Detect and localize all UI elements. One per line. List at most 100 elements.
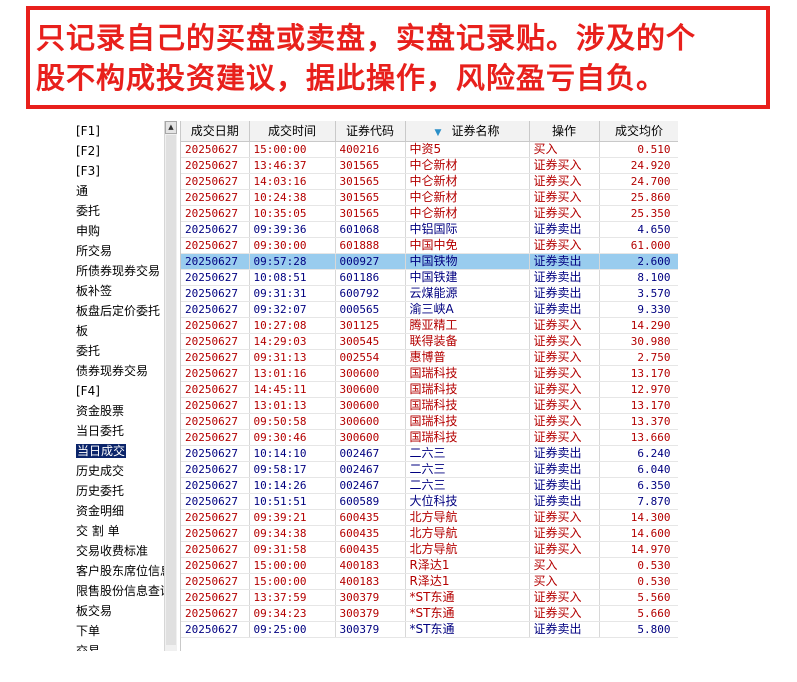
sidebar-item[interactable]: [F2] [74,141,164,161]
sidebar-item[interactable]: 资金股票 [74,401,164,421]
table-row[interactable]: 20250627 14:29:03 300545 联得装备 证券买入 30.980 [181,333,678,350]
table-row[interactable]: 20250627 13:46:37 301565 中仑新材 证券买入 24.920 [181,157,678,174]
table-header-row: 成交日期 成交时间 证券代码 ▼ 证券名称 操作 成交均价 [181,121,678,142]
sidebar-item[interactable]: 下单 [74,621,164,641]
table-row[interactable]: 20250627 09:39:36 601068 中铝国际 证券卖出 4.650 [181,221,678,238]
table-row[interactable]: 20250627 09:34:38 600435 北方导航 证券买入 14.600 [181,525,678,542]
table-row[interactable]: 20250627 13:37:59 300379 *ST东通 证券买入 5.560 [181,589,678,606]
sidebar-item-label: 历史委托 [76,484,125,498]
sidebar-item[interactable]: 历史委托 [74,481,164,501]
column-header-code[interactable]: 证券代码 [335,121,406,142]
sidebar-item[interactable]: 通 [74,181,164,201]
cell-name: 国瑞科技 [405,413,530,430]
sidebar-item[interactable]: 资金明细 [74,501,164,521]
table-row[interactable]: 20250627 09:32:07 000565 渝三峡A 证券卖出 9.330 [181,301,678,318]
table-row[interactable]: 20250627 09:34:23 300379 *ST东通 证券买入 5.660 [181,605,678,622]
sidebar-item[interactable]: 债券现券交易 [74,361,164,381]
cell-date: 20250627 [181,141,250,158]
cell-name: 联得装备 [405,333,530,350]
sidebar-item[interactable]: [F1] [74,121,164,141]
cell-date: 20250627 [181,605,250,622]
sidebar-item[interactable]: 客户股东席位信息 [74,561,164,581]
table-row[interactable]: 20250627 09:50:58 300600 国瑞科技 证券买入 13.370 [181,413,678,430]
cell-name: 国瑞科技 [405,429,530,446]
sidebar-item[interactable]: 板补签 [74,281,164,301]
cell-name: R泽达1 [405,573,530,590]
disclaimer-line-1: 只记录自己的买盘或卖盘，实盘记录贴。涉及的个 [36,21,697,55]
table-row[interactable]: 20250627 09:31:31 600792 云煤能源 证券卖出 3.570 [181,285,678,302]
cell-price: 3.570 [599,285,678,302]
table-row[interactable]: 20250627 09:31:13 002554 惠博普 证券买入 2.750 [181,349,678,366]
table-row[interactable]: 20250627 13:01:13 300600 国瑞科技 证券买入 13.170 [181,397,678,414]
sidebar-item-label: 下单 [76,624,101,638]
cell-date: 20250627 [181,349,250,366]
cell-price: 0.530 [599,557,678,574]
cell-date: 20250627 [181,381,250,398]
table-row[interactable]: 20250627 09:39:21 600435 北方导航 证券买入 14.300 [181,509,678,526]
sidebar-item[interactable]: 所交易 [74,241,164,261]
table-row[interactable]: 20250627 09:25:00 300379 *ST东通 证券卖出 5.800 [181,621,678,638]
table-row[interactable]: 20250627 09:30:46 300600 国瑞科技 证券买入 13.660 [181,429,678,446]
sidebar-item[interactable]: 交易 [74,641,164,651]
sidebar-item-label: 委托 [76,204,101,218]
cell-price: 8.100 [599,269,678,286]
cell-time: 10:35:05 [249,205,336,222]
cell-name: 中仑新材 [405,173,530,190]
table-row[interactable]: 20250627 10:08:51 601186 中国铁建 证券卖出 8.100 [181,269,678,286]
table-row[interactable]: 20250627 09:31:58 600435 北方导航 证券买入 14.970 [181,541,678,558]
table-row[interactable]: 20250627 10:27:08 301125 腾亚精工 证券买入 14.290 [181,317,678,334]
sidebar-item[interactable]: 当日委托 [74,421,164,441]
cell-time: 13:01:16 [249,365,336,382]
cell-code: 301125 [335,317,406,334]
sidebar-item[interactable]: 委托 [74,341,164,361]
sidebar-item[interactable]: [F4] [74,381,164,401]
sidebar-item[interactable]: 所债券现券交易 [74,261,164,281]
table-row[interactable]: 20250627 14:03:16 301565 中仑新材 证券买入 24.700 [181,173,678,190]
sidebar-item[interactable]: 委托 [74,201,164,221]
table-row[interactable]: 20250627 10:24:38 301565 中仑新材 证券买入 25.860 [181,189,678,206]
column-header-price[interactable]: 成交均价 [599,121,678,142]
table-row[interactable]: 20250627 10:51:51 600589 大位科技 证券卖出 7.870 [181,493,678,510]
table-row[interactable]: 20250627 10:14:26 002467 二六三 证券卖出 6.350 [181,477,678,494]
table-row[interactable]: 20250627 13:01:16 300600 国瑞科技 证券买入 13.170 [181,365,678,382]
sidebar-scrollbar[interactable]: ▲ [164,121,177,651]
sidebar-item[interactable]: 板盘后定价委托 [74,301,164,321]
sidebar-item[interactable]: 申购 [74,221,164,241]
cell-price: 24.700 [599,173,678,190]
sidebar-item-label: 客户股东席位信息 [76,564,164,578]
sidebar-item[interactable]: 限售股份信息查询 [74,581,164,601]
sidebar-item-label: 当日成交 [76,444,127,458]
table-row[interactable]: 20250627 15:00:00 400183 R泽达1 买入 0.530 [181,573,678,590]
table-row[interactable]: 20250627 09:30:00 601888 中国中免 证券买入 61.000 [181,237,678,254]
scroll-thumb[interactable] [166,135,176,645]
function-sidebar: [F1] [F2] [F3] 通委托 申购 所交易 所债券现券交易 板补签 板盘后定价委托板委托… [74,121,177,651]
cell-price: 14.600 [599,525,678,542]
table-row[interactable]: 20250627 15:00:00 400183 R泽达1 买入 0.530 [181,557,678,574]
sidebar-item[interactable]: 板交易 [74,601,164,621]
sidebar-item[interactable]: 当日成交 [74,441,164,461]
sidebar-item[interactable]: 板 [74,321,164,341]
table-row[interactable]: 20250627 15:00:00 400216 中资5 买入 0.510 [181,141,678,158]
cell-operation: 证券买入 [529,413,600,430]
sidebar-item[interactable]: [F3] [74,161,164,181]
column-header-date[interactable]: 成交日期 [181,121,250,142]
cell-date: 20250627 [181,189,250,206]
sidebar-item[interactable]: 历史成交 [74,461,164,481]
sidebar-item[interactable]: 交易收费标准 [74,541,164,561]
column-header-time[interactable]: 成交时间 [249,121,336,142]
column-header-name[interactable]: ▼ 证券名称 [405,121,530,142]
table-row[interactable]: 20250627 10:35:05 301565 中仑新材 证券买入 25.350 [181,205,678,222]
cell-name: 云煤能源 [405,285,530,302]
table-row[interactable]: 20250627 14:45:11 300600 国瑞科技 证券买入 12.970 [181,381,678,398]
column-header-operation[interactable]: 操作 [529,121,600,142]
scroll-up-arrow-icon[interactable]: ▲ [165,121,177,134]
sidebar-item-label: 委托 [76,344,101,358]
sidebar-item-label: 板盘后定价委托 [76,304,161,318]
cell-price: 5.660 [599,605,678,622]
table-row[interactable]: 20250627 10:14:10 002467 二六三 证券卖出 6.240 [181,445,678,462]
table-row[interactable]: 20250627 09:58:17 002467 二六三 证券卖出 6.040 [181,461,678,478]
sidebar-item[interactable]: 交 割 单 [74,521,164,541]
cell-operation: 证券买入 [529,237,600,254]
table-row[interactable]: 20250627 09:57:28 000927 中国铁物 证券卖出 2.600 [181,253,678,270]
cell-price: 61.000 [599,237,678,254]
